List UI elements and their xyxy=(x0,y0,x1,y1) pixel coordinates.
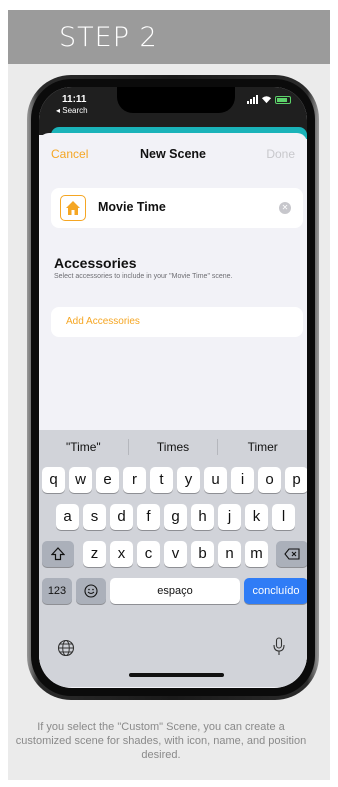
battery-icon xyxy=(275,95,291,104)
key[interactable]: j xyxy=(218,504,241,530)
backspace-icon xyxy=(284,548,300,560)
phone-frame: 11:11 ◂ Search Cancel New Scene Done Mov… xyxy=(31,79,315,696)
suggestion-item[interactable]: Timer xyxy=(218,440,307,454)
clear-text-icon[interactable]: ✕ xyxy=(279,202,291,214)
suggestion-item[interactable]: "Time" xyxy=(39,440,128,454)
key[interactable]: f xyxy=(137,504,160,530)
shift-key[interactable] xyxy=(42,541,74,567)
key[interactable]: s xyxy=(83,504,106,530)
keyboard-row-4: 123 espaço concluído xyxy=(39,578,307,604)
suggestion-item[interactable]: Times xyxy=(129,440,218,454)
space-key[interactable]: espaço xyxy=(110,578,240,604)
key[interactable]: m xyxy=(245,541,268,567)
wifi-icon xyxy=(261,96,272,104)
emoji-icon xyxy=(84,584,98,598)
accessories-subtitle: Select accessories to include in your "M… xyxy=(54,273,233,280)
microphone-icon[interactable] xyxy=(272,637,286,662)
step-label: STEP 2 xyxy=(59,22,158,53)
add-accessories-label: Add Accessories xyxy=(66,316,140,327)
key[interactable]: n xyxy=(218,541,241,567)
instruction-caption: If you select the "Custom" Scene, you ca… xyxy=(15,721,307,761)
globe-icon[interactable] xyxy=(57,639,75,662)
key[interactable]: a xyxy=(56,504,79,530)
scene-name-field[interactable]: Movie Time ✕ xyxy=(51,188,303,228)
key[interactable]: u xyxy=(204,467,227,493)
status-bar: 11:11 ◂ Search xyxy=(39,87,307,139)
status-time: 11:11 xyxy=(62,94,87,105)
key[interactable]: y xyxy=(177,467,200,493)
instruction-card: STEP 2 11:11 ◂ Search Cancel New Scene D… xyxy=(8,10,330,780)
key[interactable]: d xyxy=(110,504,133,530)
house-icon xyxy=(66,201,80,215)
key[interactable]: z xyxy=(83,541,106,567)
keyboard-row-2: a s d f g h j k l xyxy=(39,504,307,530)
phone-notch xyxy=(117,87,235,113)
key[interactable]: c xyxy=(137,541,160,567)
key[interactable]: q xyxy=(42,467,65,493)
key[interactable]: w xyxy=(69,467,92,493)
home-indicator xyxy=(129,673,224,677)
suggestion-bar: "Time" Times Timer xyxy=(39,430,307,463)
key[interactable]: k xyxy=(245,504,268,530)
key[interactable]: e xyxy=(96,467,119,493)
key[interactable]: p xyxy=(285,467,307,493)
scene-name-value[interactable]: Movie Time xyxy=(98,200,166,214)
numbers-key[interactable]: 123 xyxy=(42,578,72,604)
scene-icon-picker[interactable] xyxy=(60,195,86,221)
key[interactable]: b xyxy=(191,541,214,567)
nav-bar: Cancel New Scene Done xyxy=(39,141,307,165)
keyboard-bottom-bar xyxy=(39,625,307,687)
step-header: STEP 2 xyxy=(8,10,330,64)
done-button[interactable]: Done xyxy=(266,147,295,161)
keyboard: "Time" Times Timer q w e r t y u i o p a… xyxy=(39,430,307,687)
add-accessories-button[interactable]: Add Accessories xyxy=(51,307,303,337)
key[interactable]: h xyxy=(191,504,214,530)
back-to-search-link[interactable]: ◂ Search xyxy=(56,106,88,115)
keyboard-row-1: q w e r t y u i o p xyxy=(39,467,307,493)
backspace-key[interactable] xyxy=(276,541,307,567)
key[interactable]: o xyxy=(258,467,281,493)
key[interactable]: g xyxy=(164,504,187,530)
accessories-heading: Accessories xyxy=(54,255,137,271)
emoji-key[interactable] xyxy=(76,578,106,604)
key[interactable]: x xyxy=(110,541,133,567)
shift-arrow-icon xyxy=(50,547,66,561)
cellular-signal-icon xyxy=(247,95,258,104)
key[interactable]: v xyxy=(164,541,187,567)
phone-mockup: 11:11 ◂ Search Cancel New Scene Done Mov… xyxy=(27,75,319,700)
phone-screen: 11:11 ◂ Search Cancel New Scene Done Mov… xyxy=(39,87,307,688)
status-icons xyxy=(247,95,291,104)
keyboard-row-3: z x c v b n m xyxy=(39,541,307,567)
key[interactable]: l xyxy=(272,504,295,530)
key[interactable]: t xyxy=(150,467,173,493)
key[interactable]: i xyxy=(231,467,254,493)
done-key[interactable]: concluído xyxy=(244,578,307,604)
key[interactable]: r xyxy=(123,467,146,493)
